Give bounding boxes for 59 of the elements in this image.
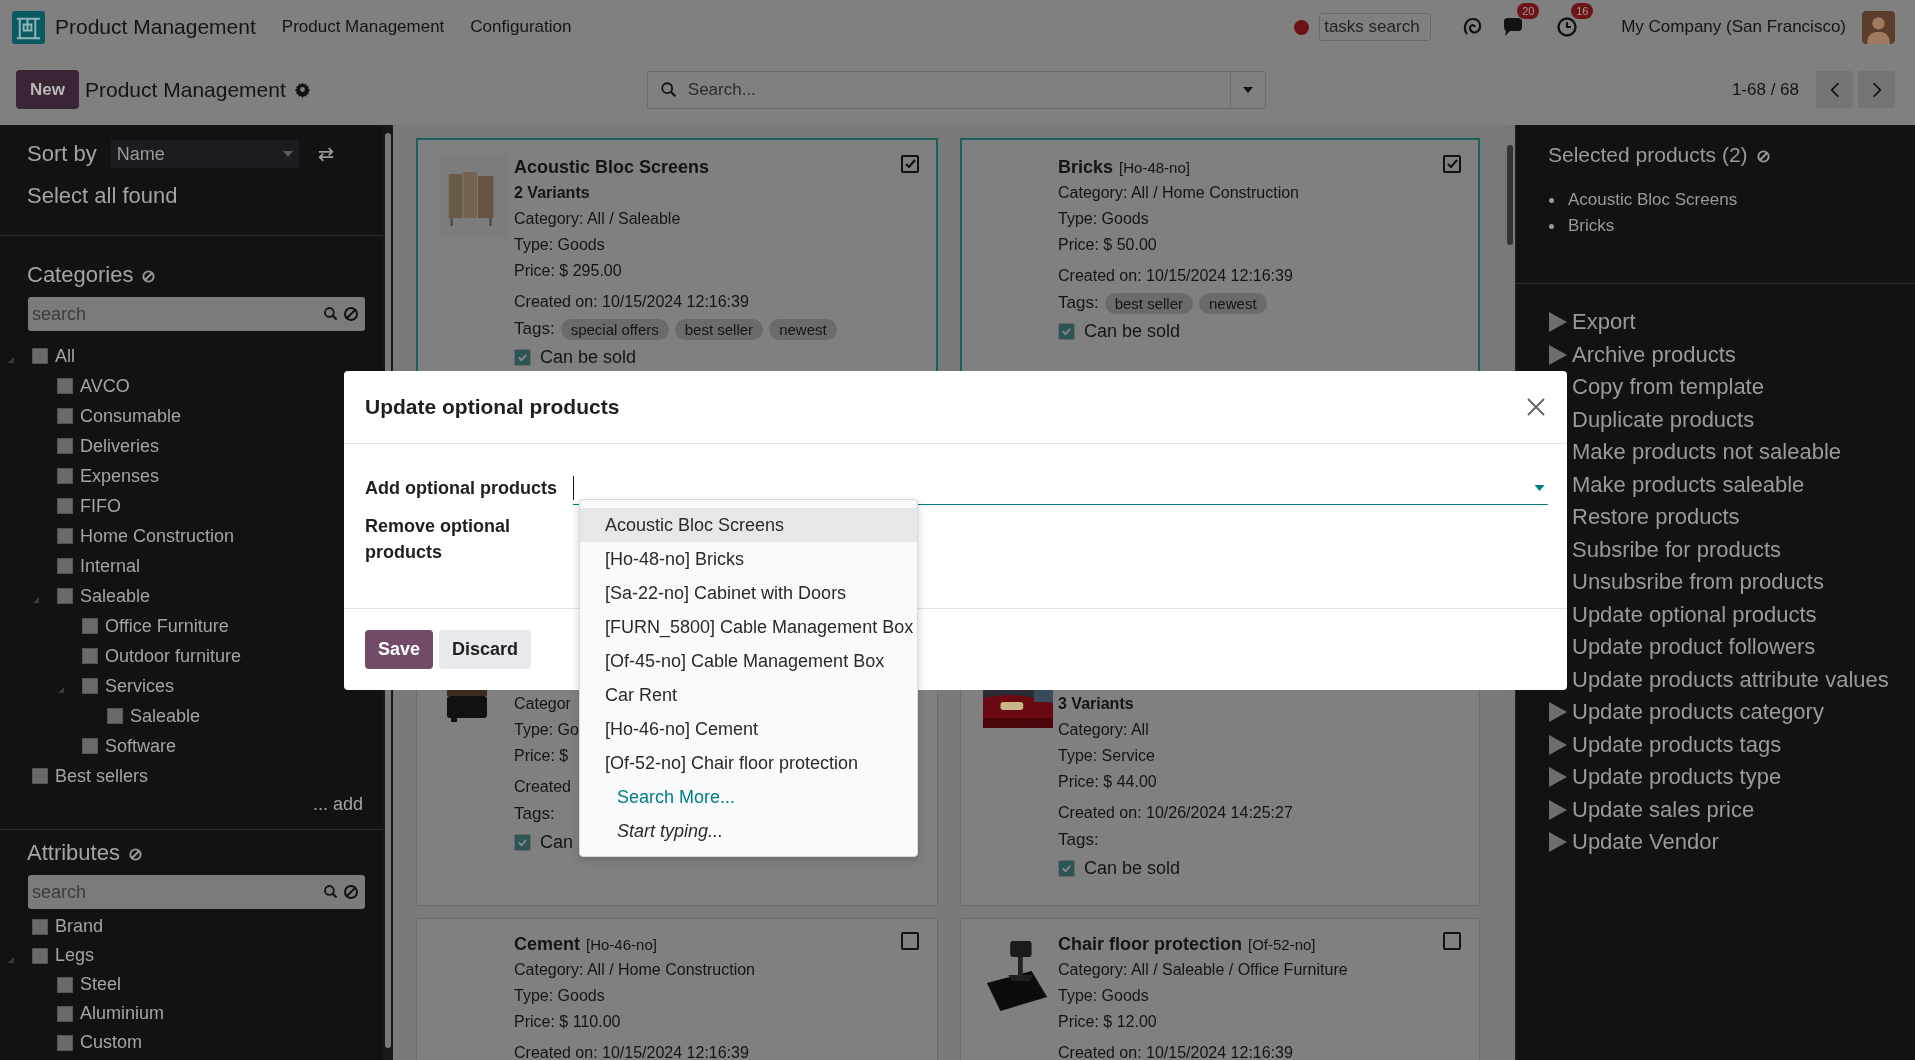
product-type: Type: Goods xyxy=(514,235,605,255)
product-name: Cement xyxy=(514,933,580,955)
product-code: [Ho-46-no] xyxy=(586,935,657,953)
product-category: Categor xyxy=(514,694,571,714)
sort-label: Sort by xyxy=(27,141,97,167)
section-title: Attributes xyxy=(27,840,120,866)
product-code: [Of-52-no] xyxy=(1248,935,1316,953)
selected-product: Bricks xyxy=(1568,216,1615,236)
product-type: Type: Goods xyxy=(514,986,605,1006)
product-price: Price: $ 110.00 xyxy=(514,1012,621,1032)
tags-label: Tags: xyxy=(514,804,555,824)
product-type: Type: Service xyxy=(1058,746,1155,766)
product-name: Bricks xyxy=(1058,156,1114,178)
product-code: [Ho-48-no] xyxy=(1119,158,1190,176)
section-title: Categories xyxy=(27,262,134,288)
product-category: Category: All xyxy=(1058,720,1149,740)
breadcrumb: Product Management xyxy=(85,77,286,102)
notification-badge: 16 xyxy=(1571,3,1594,19)
product-category: Category: All / Home Construction xyxy=(1058,183,1299,203)
field-label: Add optional products xyxy=(365,477,558,500)
selected-product: Acoustic Bloc Screens xyxy=(1568,190,1738,210)
notification-badge: 20 xyxy=(1517,3,1540,19)
product-type: Type: Goods xyxy=(1058,209,1149,229)
field-label: Remove optional products xyxy=(365,515,512,564)
product-price: Price: $ 295.00 xyxy=(514,261,622,281)
variant-count: 2 Variants xyxy=(514,183,590,203)
product-price: Price: $ 50.00 xyxy=(1058,235,1157,255)
created-date: Created on: 10/15/2024 12:16:39 xyxy=(514,1043,749,1060)
tags-label: Tags: xyxy=(1058,830,1099,850)
can-be-sold-label: Can xyxy=(540,831,574,853)
product-category: Category: All / Saleable xyxy=(514,209,681,229)
can-be-sold-label: Can be sold xyxy=(1084,857,1181,879)
tags-label: Tags: xyxy=(1058,293,1099,313)
product-type: Type: Go xyxy=(514,720,579,740)
can-be-sold-label: Can be sold xyxy=(1084,320,1181,342)
created-date: Created on: 10/15/2024 12:16:39 xyxy=(1058,266,1293,286)
product-type: Type: Goods xyxy=(1058,986,1149,1006)
dialog-title: Update optional products xyxy=(365,395,620,419)
variant-count: 3 Variants xyxy=(1058,694,1134,714)
product-category: Category: All / Home Construction xyxy=(514,960,755,980)
tag-chip: special offers xyxy=(560,318,669,340)
product-category: Category: All / Saleable / Office Furniture xyxy=(1058,960,1348,980)
created-date: Created on: 10/15/2024 12:16:39 xyxy=(1058,1043,1293,1060)
product-name: Acoustic Bloc Screens xyxy=(514,156,710,178)
panel-title: Selected products (2) xyxy=(1548,143,1748,167)
tag-chip: newest xyxy=(1199,292,1267,314)
can-be-sold-label: Can be sold xyxy=(540,346,637,368)
dropdown-hint: Start typing... xyxy=(616,820,725,843)
tag-chip: best seller xyxy=(1104,292,1193,314)
product-price: Price: $ 44.00 xyxy=(1058,772,1157,792)
tag-chip: newest xyxy=(769,318,837,340)
product-price: Price: $ 12.00 xyxy=(1058,1012,1157,1032)
product-price: Price: $ xyxy=(514,746,569,766)
tags-label: Tags: xyxy=(514,319,555,339)
product-name: Chair floor protection xyxy=(1058,933,1242,955)
created-date: Created on: 10/26/2024 14:25:27 xyxy=(1058,803,1293,823)
created-date: Created xyxy=(514,777,571,797)
tag-chip: best seller xyxy=(674,318,764,340)
created-date: Created on: 10/15/2024 12:16:39 xyxy=(514,292,749,312)
